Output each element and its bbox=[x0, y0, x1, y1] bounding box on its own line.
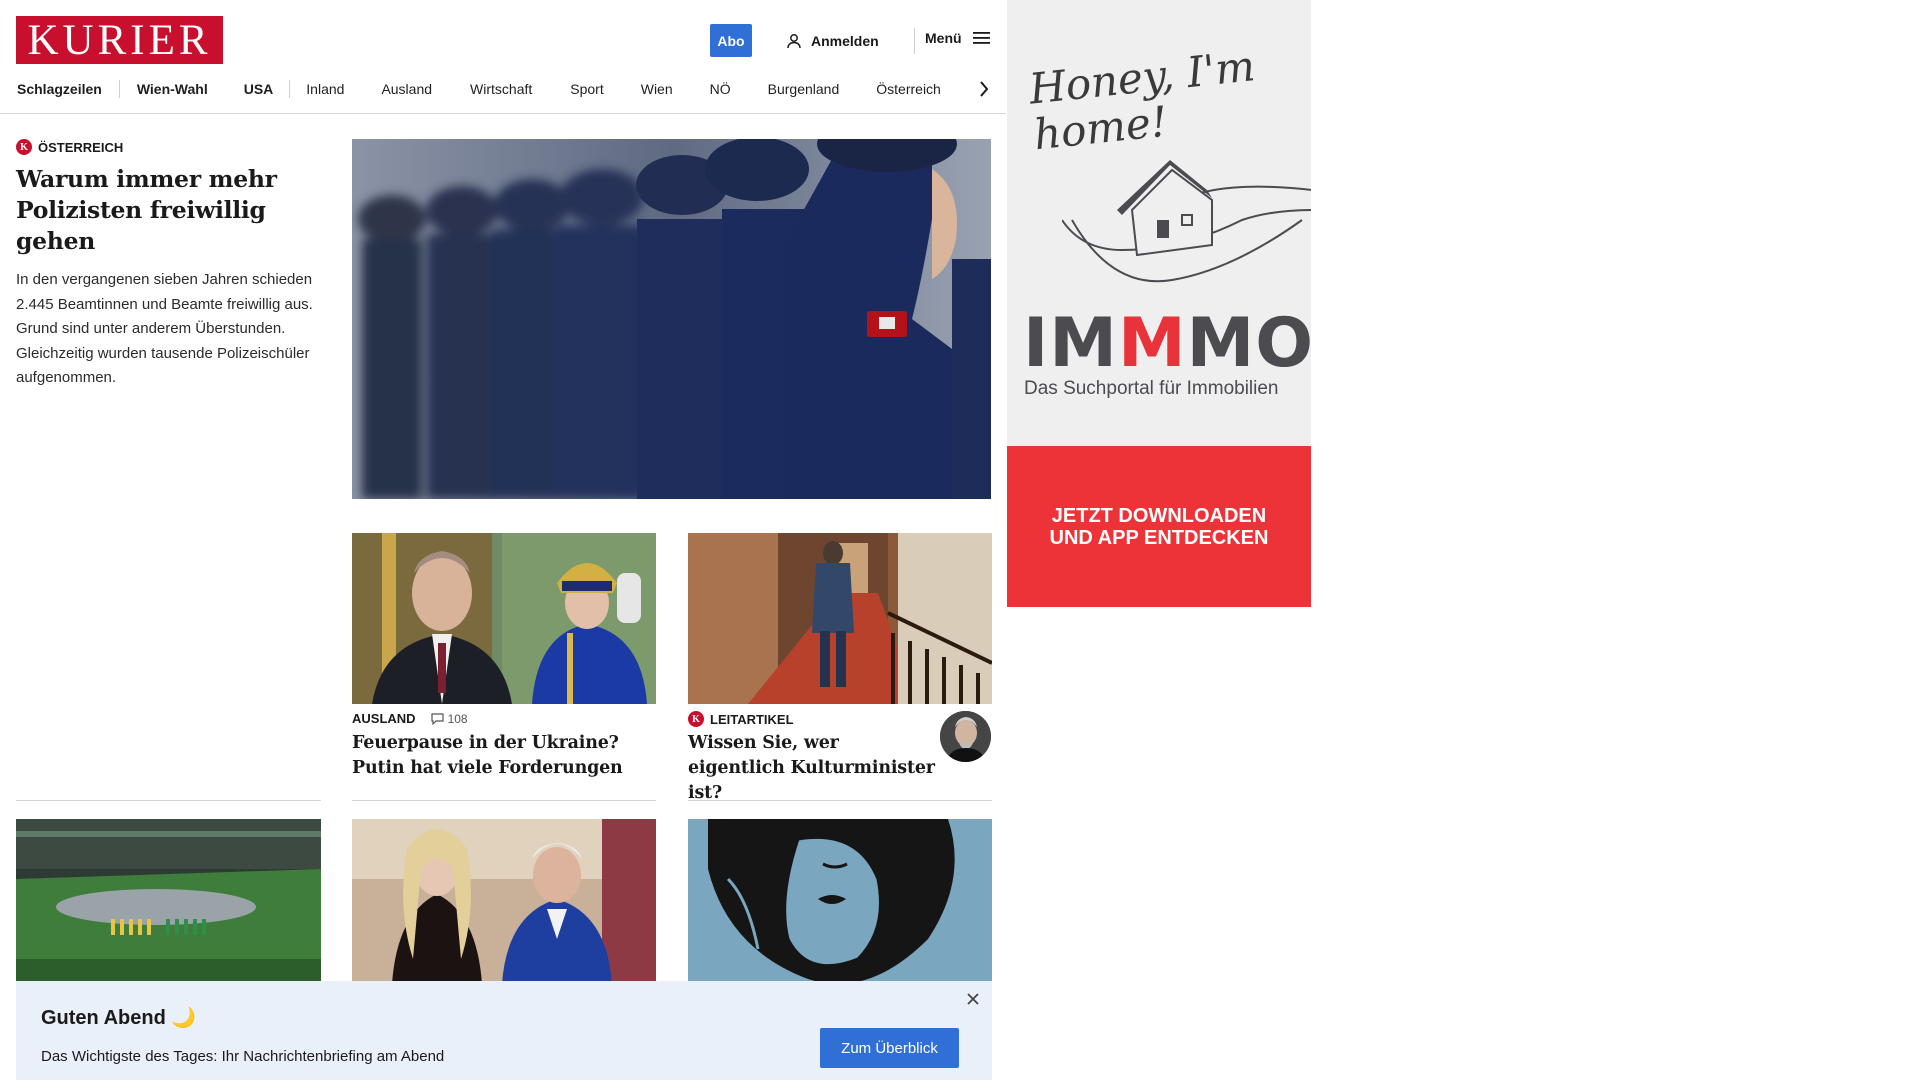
card-meta-leitartikel: K LEITARTIKEL bbox=[688, 711, 794, 727]
user-icon bbox=[787, 34, 801, 49]
header-divider bbox=[914, 28, 915, 54]
abo-button[interactable]: Abo bbox=[710, 24, 752, 57]
nav-item-schlagzeilen[interactable]: Schlagzeilen bbox=[17, 81, 102, 97]
menu-label: Menü bbox=[925, 30, 962, 46]
nav-item-wien[interactable]: Wien bbox=[641, 81, 673, 97]
section-nav: Schlagzeilen Wien-Wahl USA Inland Auslan… bbox=[0, 76, 1006, 102]
woman-illustration-image bbox=[688, 819, 992, 984]
immmo-logo: IMMMO bbox=[1023, 310, 1311, 378]
putin-guard-image bbox=[352, 533, 656, 704]
card-image-illustration[interactable] bbox=[688, 819, 992, 984]
card-kicker: LEITARTIKEL bbox=[710, 711, 794, 727]
staircase-image bbox=[688, 533, 992, 704]
kurier-k-icon: K bbox=[16, 139, 32, 155]
nav-item-oesterreich[interactable]: Österreich bbox=[876, 81, 941, 97]
nav-item-inland[interactable]: Inland bbox=[306, 81, 344, 97]
page: KURIER Abo Anmelden Menü Schlagzeilen Wi… bbox=[0, 0, 1920, 1080]
nav-item-wien-wahl[interactable]: Wien-Wahl bbox=[137, 81, 208, 97]
house-in-hand-icon bbox=[1062, 160, 1311, 283]
site-header: KURIER Abo Anmelden Menü Schlagzeilen Wi… bbox=[0, 0, 1006, 114]
ad-cta-line1: JETZT DOWNLOADEN bbox=[1051, 504, 1267, 527]
login-button[interactable]: Anmelden bbox=[786, 30, 879, 52]
lead-kicker: K ÖSTERREICH bbox=[16, 139, 321, 155]
hamburger-icon bbox=[972, 32, 990, 44]
nav-item-ausland[interactable]: Ausland bbox=[381, 81, 432, 97]
comment-count-value: 108 bbox=[447, 711, 468, 726]
nav-scroll-right[interactable] bbox=[974, 78, 994, 100]
card-image-ball[interactable] bbox=[352, 819, 656, 984]
close-icon bbox=[967, 993, 979, 1005]
author-avatar[interactable] bbox=[940, 711, 991, 762]
ad-script-text: Honey, I'm home! bbox=[1026, 41, 1258, 160]
card-kicker: AUSLAND bbox=[352, 711, 416, 726]
logo-text: KURIER bbox=[27, 16, 212, 64]
kurier-logo[interactable]: KURIER bbox=[16, 16, 223, 64]
kurier-k-icon: K bbox=[688, 711, 704, 727]
football-stadium-image bbox=[16, 819, 321, 984]
brand-part: IM bbox=[1023, 304, 1118, 383]
banner-close-button[interactable] bbox=[965, 991, 981, 1007]
lead-headline[interactable]: Warum immer mehr Polizisten freiwillig g… bbox=[16, 164, 321, 257]
brand-part-red: M bbox=[1117, 304, 1187, 383]
card-meta-ausland: AUSLAND 108 bbox=[352, 711, 468, 726]
nav-divider bbox=[118, 80, 120, 98]
lead-teaser: In den vergangenen sieben Jahren schiede… bbox=[16, 271, 313, 386]
nav-item-usa[interactable]: USA bbox=[244, 81, 274, 97]
card-divider bbox=[688, 800, 992, 801]
lead-kicker-label: ÖSTERREICH bbox=[38, 139, 124, 155]
chevron-right-icon bbox=[980, 81, 989, 97]
card-title-kulturminister[interactable]: Wissen Sie, wer eigentlich Kulturministe… bbox=[688, 731, 938, 806]
ad-cta-line2: UND APP ENTDECKEN bbox=[1049, 526, 1269, 549]
card-image-kulturminister[interactable] bbox=[688, 533, 992, 704]
author-portrait bbox=[940, 711, 991, 762]
card-divider bbox=[16, 800, 321, 801]
nav-item-burgenland[interactable]: Burgenland bbox=[768, 81, 840, 97]
card-divider bbox=[352, 800, 656, 801]
ad-download-cta[interactable]: JETZT DOWNLOADEN UND APP ENTDECKEN bbox=[1007, 446, 1311, 607]
lead-image[interactable] bbox=[352, 139, 991, 499]
nav-item-noe[interactable]: NÖ bbox=[710, 81, 731, 97]
nav-divider bbox=[289, 80, 291, 98]
opera-ball-image bbox=[352, 819, 656, 984]
card-image-stadium[interactable] bbox=[16, 819, 321, 984]
nav-item-sport[interactable]: Sport bbox=[570, 81, 603, 97]
menu-button[interactable]: Menü bbox=[925, 30, 990, 46]
comment-count[interactable]: 108 bbox=[430, 711, 468, 726]
evening-briefing-banner: Guten Abend 🌙 Das Wichtigste des Tages: … bbox=[16, 981, 992, 1080]
ad-tagline: Das Suchportal für Immobilien bbox=[1024, 378, 1279, 399]
banner-title: Guten Abend 🌙 bbox=[41, 1007, 197, 1029]
brand-part: MO bbox=[1186, 304, 1311, 383]
police-line-image bbox=[352, 139, 991, 499]
zum-ueberblick-button[interactable]: Zum Überblick bbox=[820, 1028, 959, 1068]
comment-icon bbox=[430, 712, 444, 725]
login-label: Anmelden bbox=[811, 33, 879, 49]
banner-text: Das Wichtigste des Tages: Ihr Nachrichte… bbox=[41, 1048, 445, 1065]
card-title-putin[interactable]: Feuerpause in der Ukraine? Putin hat vie… bbox=[352, 731, 656, 781]
card-image-putin[interactable] bbox=[352, 533, 656, 704]
immmo-ad[interactable]: Honey, I'm home! IMMMO Das Suchportal fü… bbox=[1007, 0, 1311, 607]
lead-article[interactable]: K ÖSTERREICH Warum immer mehr Polizisten… bbox=[16, 139, 321, 391]
nav-item-wirtschaft[interactable]: Wirtschaft bbox=[470, 81, 532, 97]
